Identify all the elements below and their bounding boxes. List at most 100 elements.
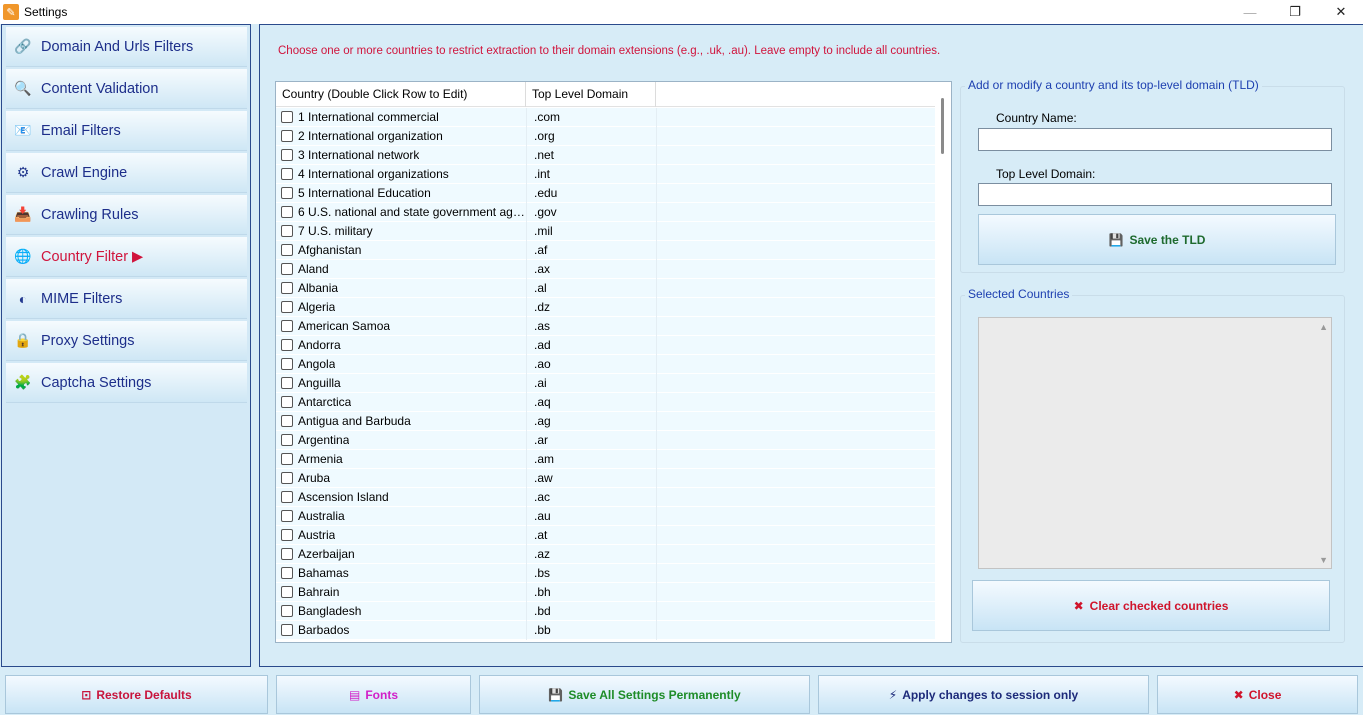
row-checkbox[interactable] — [281, 586, 293, 598]
row-checkbox[interactable] — [281, 358, 293, 370]
row-checkbox[interactable] — [281, 282, 293, 294]
tld-cell: .ai — [526, 373, 656, 393]
sidebar-item-icon: 🔍 — [14, 80, 32, 96]
table-row[interactable]: 2 International organization .org — [276, 126, 936, 146]
sidebar-item-proxy-settings[interactable]: 🔒 Proxy Settings — [6, 321, 247, 361]
table-row[interactable]: American Samoa .as — [276, 316, 936, 336]
scrollbar-thumb[interactable] — [941, 98, 944, 154]
table-row[interactable]: Antarctica .aq — [276, 392, 936, 412]
minimize-button[interactable]: — — [1227, 0, 1273, 24]
row-checkbox[interactable] — [281, 168, 293, 180]
table-row[interactable]: Anguilla .ai — [276, 373, 936, 393]
column-header-tld[interactable]: Top Level Domain — [526, 82, 656, 107]
scroll-up-icon[interactable]: ▲ — [1319, 322, 1328, 332]
table-row[interactable]: Afghanistan .af — [276, 240, 936, 260]
clear-checked-button[interactable]: ✖ Clear checked countries — [972, 580, 1330, 631]
row-checkbox[interactable] — [281, 529, 293, 541]
table-row[interactable]: Angola .ao — [276, 354, 936, 374]
close-window-button[interactable]: ✕ — [1318, 0, 1363, 24]
table-row[interactable]: Aland .ax — [276, 259, 936, 279]
country-name: Barbados — [298, 623, 350, 637]
tld-cell: .bs — [526, 563, 656, 583]
maximize-button[interactable]: ❐ — [1272, 0, 1318, 24]
sidebar-item-label: Crawl Engine — [41, 164, 128, 181]
table-row[interactable]: Barbados .bb — [276, 620, 936, 640]
sidebar-item-icon: 🔒 — [14, 332, 32, 348]
table-row[interactable]: Austria .at — [276, 525, 936, 545]
row-checkbox[interactable] — [281, 453, 293, 465]
row-checkbox[interactable] — [281, 301, 293, 313]
table-row[interactable]: Bahrain .bh — [276, 582, 936, 602]
table-row[interactable]: Andorra .ad — [276, 335, 936, 355]
sidebar-item-captcha-settings[interactable]: 🧩 Captcha Settings — [6, 363, 247, 403]
save-all-button[interactable]: 💾 Save All Settings Permanently — [479, 675, 810, 714]
sidebar-item-crawl-engine[interactable]: ⚙ Crawl Engine — [6, 153, 247, 193]
row-checkbox[interactable] — [281, 434, 293, 446]
row-checkbox[interactable] — [281, 206, 293, 218]
table-row[interactable]: Aruba .aw — [276, 468, 936, 488]
table-row[interactable]: Armenia .am — [276, 449, 936, 469]
country-name: Austria — [298, 528, 336, 542]
scroll-down-icon[interactable]: ▼ — [1319, 555, 1328, 565]
table-row[interactable]: Australia .au — [276, 506, 936, 526]
country-name-input[interactable] — [978, 128, 1332, 151]
row-checkbox[interactable] — [281, 491, 293, 503]
row-checkbox[interactable] — [281, 149, 293, 161]
table-row[interactable]: Bangladesh .bd — [276, 601, 936, 621]
country-cell: Anguilla — [276, 376, 526, 390]
row-checkbox[interactable] — [281, 472, 293, 484]
table-row[interactable]: Algeria .dz — [276, 297, 936, 317]
table-row[interactable]: Antigua and Barbuda .ag — [276, 411, 936, 431]
apply-session-button[interactable]: ⚡ Apply changes to session only — [818, 675, 1149, 714]
table-row[interactable]: Bahamas .bs — [276, 563, 936, 583]
sidebar-item-country-filter[interactable]: 🌐 Country Filter ▶ — [6, 237, 247, 277]
row-checkbox[interactable] — [281, 225, 293, 237]
sidebar-item-content-validation[interactable]: 🔍 Content Validation — [6, 69, 247, 109]
table-row[interactable]: 7 U.S. military .mil — [276, 221, 936, 241]
row-checkbox[interactable] — [281, 339, 293, 351]
selected-countries-title: Selected Countries — [965, 287, 1073, 301]
tld-group-title: Add or modify a country and its top-leve… — [965, 78, 1262, 92]
restore-defaults-button[interactable]: ⊡ Restore Defaults — [5, 675, 268, 714]
save-tld-button[interactable]: 💾 Save the TLD — [978, 214, 1336, 265]
close-button[interactable]: ✖ Close — [1157, 675, 1358, 714]
table-row[interactable]: 3 International network .net — [276, 145, 936, 165]
sidebar-item-mime-filters[interactable]: ◐ MIME Filters — [6, 279, 247, 319]
row-checkbox[interactable] — [281, 548, 293, 560]
table-row[interactable]: 1 International commercial .com — [276, 107, 936, 127]
table-row[interactable]: Ascension Island .ac — [276, 487, 936, 507]
table-row[interactable]: 5 International Education .edu — [276, 183, 936, 203]
row-checkbox[interactable] — [281, 624, 293, 636]
column-header-country[interactable]: Country (Double Click Row to Edit) — [276, 82, 526, 107]
row-checkbox[interactable] — [281, 130, 293, 142]
row-checkbox[interactable] — [281, 415, 293, 427]
table-row[interactable]: Albania .al — [276, 278, 936, 298]
country-cell: Bahamas — [276, 566, 526, 580]
sidebar-item-crawling-rules[interactable]: 📥 Crawling Rules — [6, 195, 247, 235]
row-checkbox[interactable] — [281, 567, 293, 579]
row-checkbox[interactable] — [281, 510, 293, 522]
selected-countries-list[interactable]: ▲ ▼ — [978, 317, 1332, 569]
table-row[interactable]: 4 International organizations .int — [276, 164, 936, 184]
row-checkbox[interactable] — [281, 396, 293, 408]
row-checkbox[interactable] — [281, 263, 293, 275]
table-row[interactable]: 6 U.S. national and state government age… — [276, 202, 936, 222]
empty-cell — [656, 525, 936, 545]
row-checkbox[interactable] — [281, 187, 293, 199]
sidebar-item-domain-and-urls-filters[interactable]: 🔗 Domain And Urls Filters — [6, 27, 247, 67]
row-checkbox[interactable] — [281, 111, 293, 123]
empty-cell — [656, 297, 936, 317]
empty-cell — [656, 164, 936, 184]
tld-cell: .gov — [526, 202, 656, 222]
sidebar-item-email-filters[interactable]: 📧 Email Filters — [6, 111, 247, 151]
row-checkbox[interactable] — [281, 320, 293, 332]
table-row[interactable]: Azerbaijan .az — [276, 544, 936, 564]
row-checkbox[interactable] — [281, 244, 293, 256]
fonts-button[interactable]: ▤ Fonts — [276, 675, 471, 714]
tld-input[interactable] — [978, 183, 1332, 206]
table-scrollbar[interactable] — [935, 82, 951, 642]
row-checkbox[interactable] — [281, 377, 293, 389]
empty-cell — [656, 240, 936, 260]
row-checkbox[interactable] — [281, 605, 293, 617]
table-row[interactable]: Argentina .ar — [276, 430, 936, 450]
